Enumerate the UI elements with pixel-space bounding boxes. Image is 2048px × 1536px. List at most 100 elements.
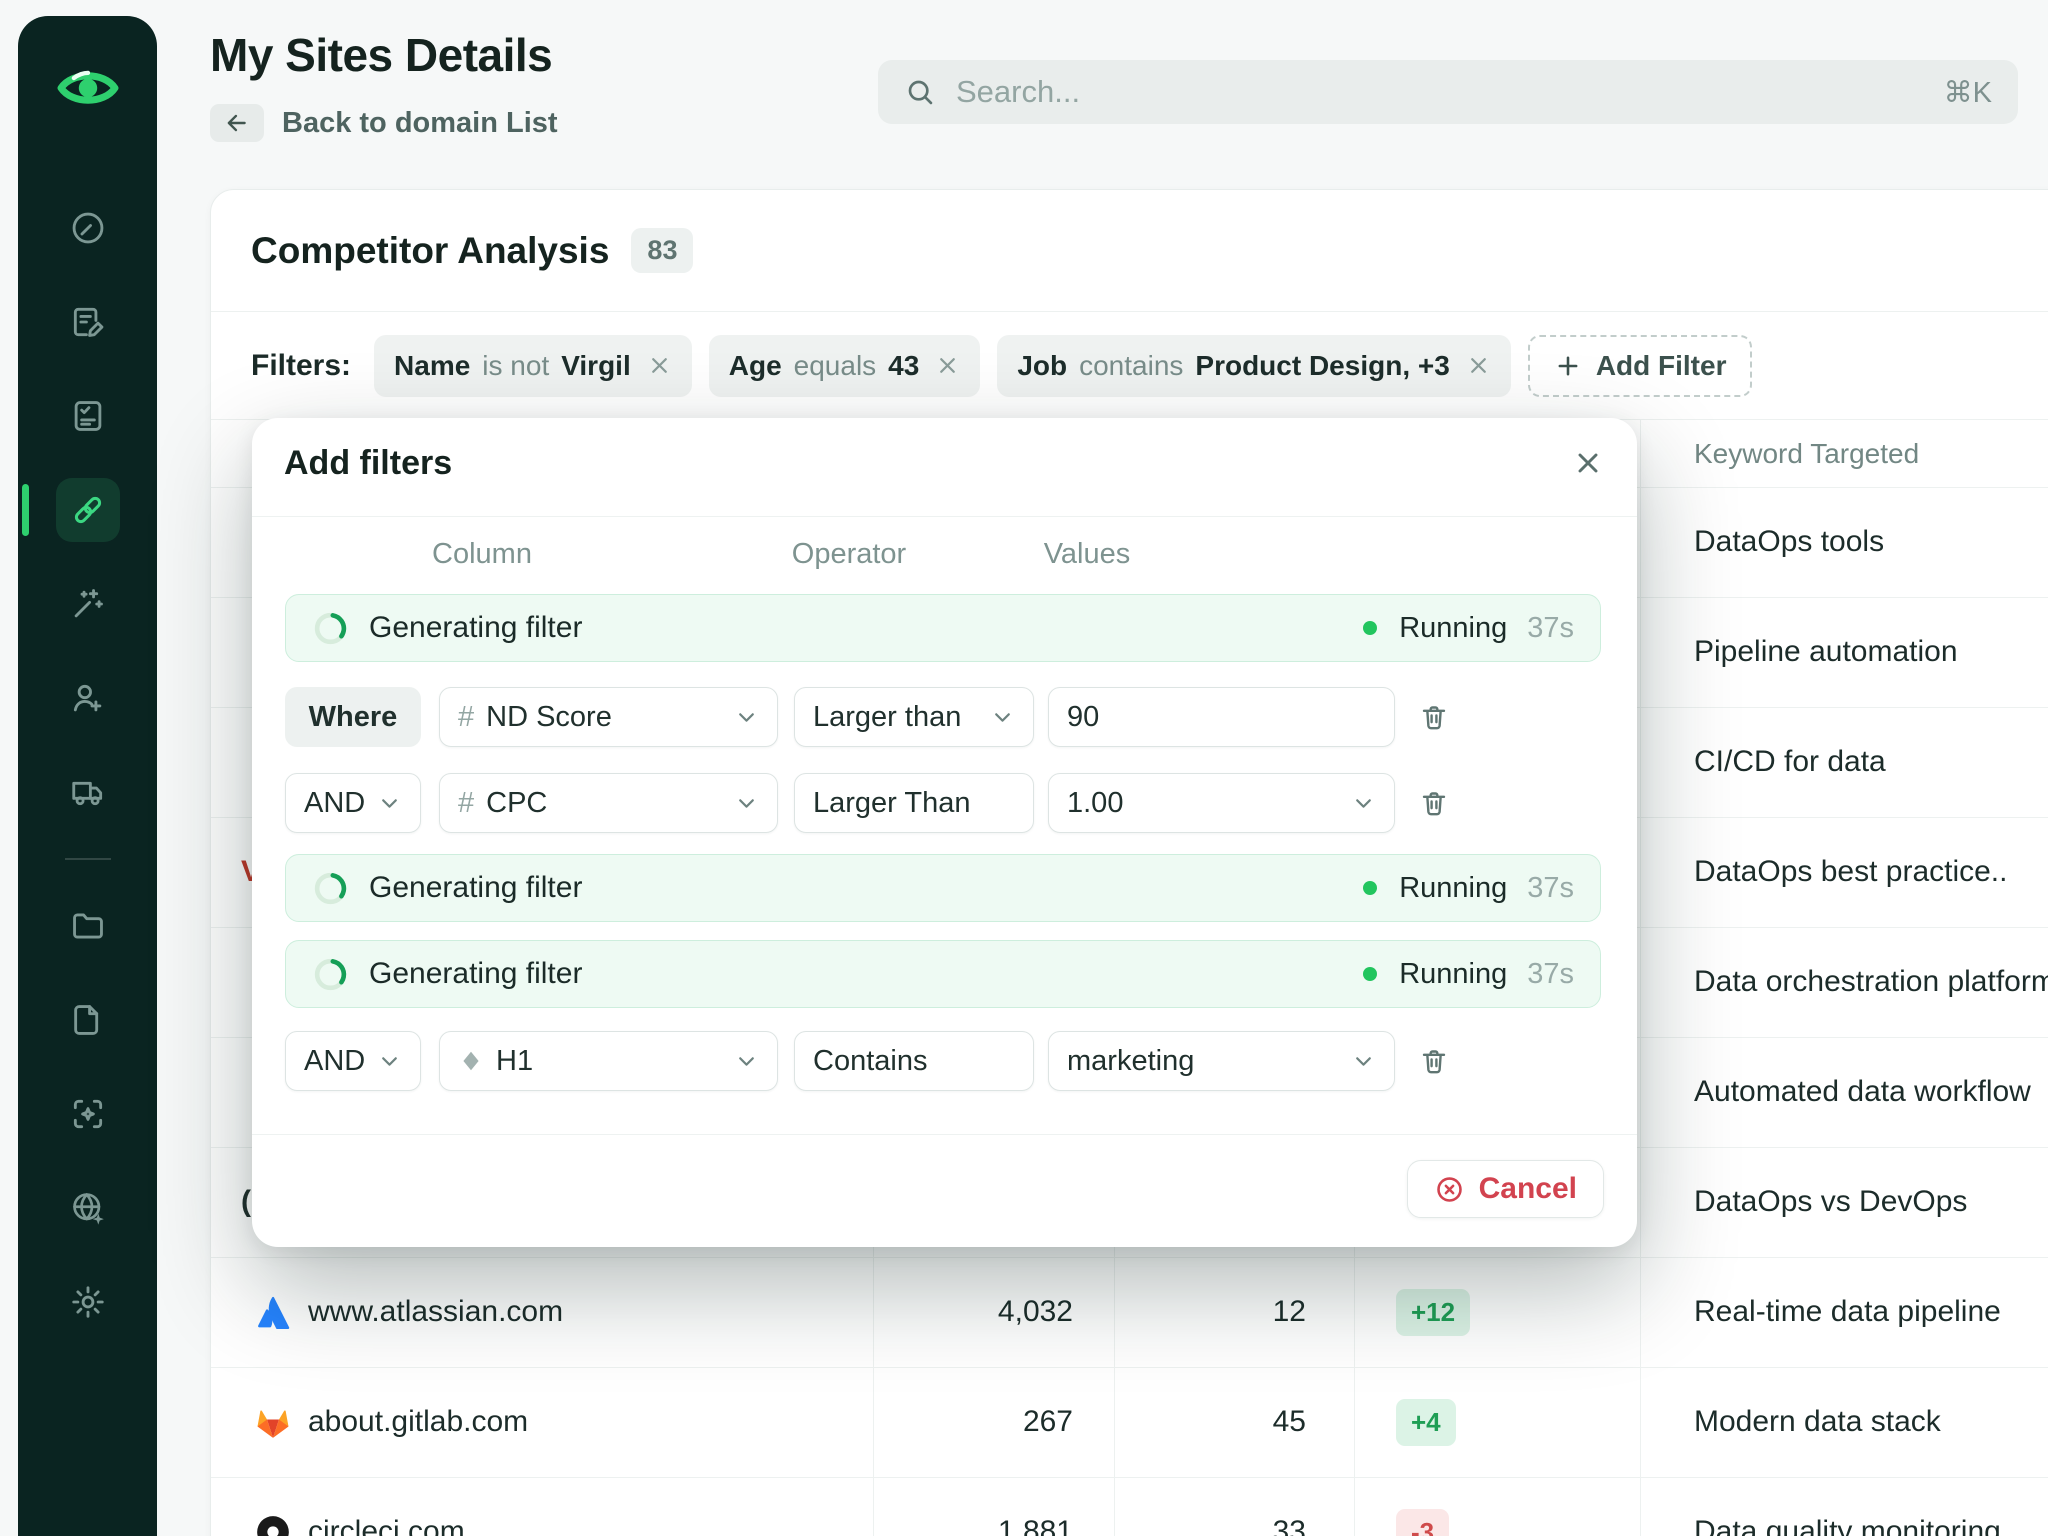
position-cell: 33 [1114, 1477, 1354, 1536]
filter-chip-text: 43 [888, 350, 919, 382]
control-label: CPC [486, 787, 547, 820]
running-dot [1363, 881, 1377, 895]
position-cell: 12 [1114, 1257, 1354, 1367]
keyword-cell: Automated data workflow [1694, 1037, 2031, 1147]
column-dropdown[interactable]: #ND Score [439, 687, 778, 747]
remove-filter-icon[interactable] [1466, 353, 1491, 378]
operator-box[interactable]: Larger Than [794, 773, 1034, 833]
sidebar-item-contacts[interactable] [56, 666, 120, 730]
chevron-down-icon [367, 791, 402, 816]
running-status: Running [1399, 958, 1507, 991]
generating-label: Generating filter [369, 871, 1343, 905]
app-logo[interactable] [54, 54, 122, 122]
panel-title: Competitor Analysis [251, 230, 609, 272]
sidebar-nav [18, 196, 157, 1334]
back-link[interactable]: Back to domain List [210, 104, 558, 142]
sidebar-item-checklist[interactable] [56, 384, 120, 448]
keyword-cell: Pipeline automation [1694, 597, 1958, 707]
table-row[interactable]: circleci.com1,88133-3Data quality monito… [211, 1477, 2048, 1536]
sidebar-item-backlinks[interactable] [56, 478, 120, 542]
column-dropdown[interactable]: H1 [439, 1031, 778, 1091]
back-arrow-icon[interactable] [210, 104, 264, 142]
filter-chip[interactable]: JobcontainsProduct Design, +3 [997, 335, 1510, 397]
control-label: Larger Than [813, 787, 970, 820]
filter-chip-text: Age [729, 350, 782, 382]
close-icon[interactable] [1565, 440, 1611, 486]
sidebar-item-site-notes[interactable] [56, 290, 120, 354]
modal-column-header: Values [1044, 538, 1131, 571]
sidebar-item-settings[interactable] [56, 1270, 120, 1334]
table-row[interactable]: www.atlassian.com4,03212+12Real-time dat… [211, 1257, 2048, 1368]
generating-label: Generating filter [369, 611, 1343, 645]
chevron-down-icon [724, 705, 759, 730]
column-dropdown[interactable]: #CPC [439, 773, 778, 833]
sidebar-item-scanner[interactable] [56, 1082, 120, 1146]
keyword-cell: Data quality monitoring [1694, 1477, 2001, 1536]
delete-row-button[interactable] [1412, 781, 1456, 825]
filter-condition-row: AND #CPC Larger Than 1.00 [285, 773, 1601, 833]
search-input[interactable]: Search... ⌘K [878, 60, 2018, 124]
filter-chip-list: Nameis notVirgil Ageequals43 JobcontainsPr… [374, 335, 1511, 397]
sidebar-item-magic-tools[interactable] [56, 572, 120, 636]
filter-chip-text: Job [1017, 350, 1067, 382]
back-label: Back to domain List [282, 107, 558, 140]
value-input[interactable]: 90 [1048, 687, 1395, 747]
cancel-button[interactable]: Cancel [1407, 1160, 1604, 1218]
heading-icon [458, 1048, 484, 1074]
hash-icon: # [458, 701, 474, 734]
keyword-cell: DataOps vs DevOps [1694, 1147, 1967, 1257]
add-filters-modal: Add filters Cancel ColumnOperatorValuesG… [252, 418, 1637, 1247]
occluded-row-fragment: ( [241, 1147, 251, 1257]
divider [252, 1134, 1637, 1135]
value-dropdown[interactable]: marketing [1048, 1031, 1395, 1091]
remove-filter-icon[interactable] [647, 353, 672, 378]
panel-count-badge: 83 [631, 228, 693, 273]
keyword-cell: DataOps tools [1694, 487, 1884, 597]
volume-cell: 1,881 [873, 1477, 1114, 1536]
plus-icon [1554, 352, 1582, 380]
running-time: 37s [1527, 872, 1574, 905]
control-label: 1.00 [1067, 787, 1123, 820]
filters-bar: Filters: Nameis notVirgilAgeequals43Jobc… [211, 312, 2048, 419]
logic-operator-dropdown[interactable]: AND [285, 773, 421, 833]
delete-row-button[interactable] [1412, 695, 1456, 739]
chevron-down-icon [980, 705, 1015, 730]
logic-operator-dropdown[interactable]: AND [285, 1031, 421, 1091]
add-filter-button[interactable]: Add Filter [1528, 335, 1753, 397]
operator-box[interactable]: Contains [794, 1031, 1034, 1091]
chevron-down-icon [724, 791, 759, 816]
modal-column-header: Column [432, 538, 532, 571]
position-cell: 45 [1114, 1367, 1354, 1477]
change-cell: +12 [1396, 1257, 1470, 1367]
modal-title: Add filters [284, 444, 452, 483]
sidebar-item-web-explorer[interactable] [56, 1176, 120, 1240]
running-dot [1363, 621, 1377, 635]
sidebar-item-dashboard[interactable] [56, 196, 120, 260]
chevron-down-icon [1341, 791, 1376, 816]
operator-dropdown[interactable]: Larger than [794, 687, 1034, 747]
sidebar-item-documents[interactable] [56, 988, 120, 1052]
atlassian-favicon [253, 1257, 293, 1367]
value-dropdown[interactable]: 1.00 [1048, 773, 1395, 833]
remove-filter-icon[interactable] [935, 353, 960, 378]
filter-chip-text: Name [394, 350, 470, 382]
sidebar-item-folders[interactable] [56, 894, 120, 958]
delete-row-button[interactable] [1412, 1039, 1456, 1083]
keyword-cell: CI/CD for data [1694, 707, 1886, 817]
circleci-favicon [253, 1477, 293, 1536]
search-placeholder: Search... [956, 74, 1924, 110]
control-label: AND [304, 1045, 365, 1078]
chevron-down-icon [367, 1049, 402, 1074]
table-row[interactable]: about.gitlab.com26745+4Modern data stack [211, 1367, 2048, 1478]
filter-chip[interactable]: Ageequals43 [709, 335, 981, 397]
filter-chip[interactable]: Nameis notVirgil [374, 335, 692, 397]
change-cell: +4 [1396, 1367, 1456, 1477]
sidebar [18, 16, 157, 1536]
filter-condition-row: Where#ND ScoreLarger than90 [285, 687, 1601, 747]
keyword-cell: Modern data stack [1694, 1367, 1941, 1477]
app: My Sites Details Back to domain List Sea… [0, 0, 2048, 1536]
control-label: Contains [813, 1045, 927, 1078]
chevron-down-icon [724, 1049, 759, 1074]
sidebar-item-crawler[interactable] [56, 760, 120, 824]
site-domain: circleci.com [308, 1477, 465, 1536]
